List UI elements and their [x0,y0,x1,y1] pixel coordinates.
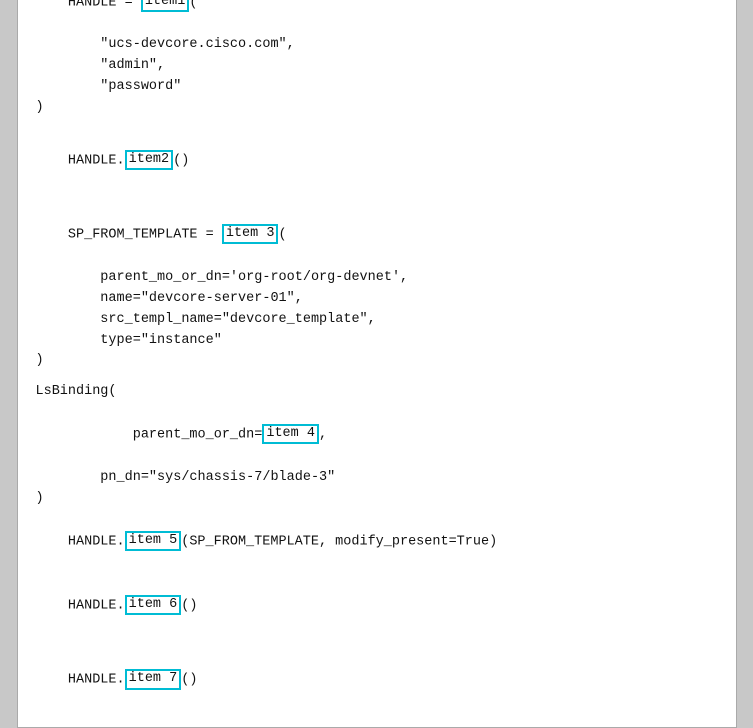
logout-line: HANDLE.item 7() [36,648,718,712]
add-line: HANDLE.item 5(SP_FROM_TEMPLATE, modify_p… [36,510,718,574]
logout-line-pre: HANDLE. [68,673,125,688]
sp-arg2: name="devcore-server-01", [36,289,718,310]
sp-arg1: parent_mo_or_dn='org-root/org-devnet', [36,268,718,289]
logout-line-post: () [181,673,197,688]
lsbinding-arg2: pn_dn="sys/chassis-7/blade-3" [36,468,718,489]
item6-badge: item 6 [125,595,182,615]
handle-login-pre: HANDLE. [68,154,125,169]
lsbinding-arg1-post: , [319,428,327,443]
lsbinding-close: ) [36,489,718,510]
handle-open: ( [189,0,197,10]
handle-arg3: "password" [36,77,718,98]
sp-close: ) [36,351,718,372]
handle-arg1: "ucs-devcore.cisco.com", [36,35,718,56]
handle-arg2: "admin", [36,56,718,77]
sp-label: SP_FROM_TEMPLATE = [68,228,222,243]
item4-badge: item 4 [262,424,319,444]
commit-line-post: () [181,599,197,614]
add-line-post: (SP_FROM_TEMPLATE, modify_present=True) [181,534,497,549]
sp-open: ( [278,228,286,243]
handle-login-line: HANDLE.item2() [36,129,718,193]
item3-badge: item 3 [222,224,279,244]
lsbinding-arg1-pre: parent_mo_or_dn= [68,428,262,443]
lsbinding-arg1: parent_mo_or_dn=item 4, [36,403,718,467]
sp-line: SP_FROM_TEMPLATE = item 3( [36,203,718,267]
item2-badge: item2 [125,150,174,170]
item1-badge: item1 [141,0,190,12]
handle-login-end: () [173,154,189,169]
commit-line: HANDLE.item 6() [36,574,718,638]
handle-close: ) [36,98,718,119]
sp-arg4: type="instance" [36,331,718,352]
code-block: """ Instantiate a UCS Service Profile fr… [17,0,737,728]
handle-line: HANDLE = item1( [36,0,718,35]
commit-line-pre: HANDLE. [68,599,125,614]
item7-badge: item 7 [125,669,182,689]
lsbinding-open: LsBinding( [36,382,718,403]
add-line-pre: HANDLE. [68,534,125,549]
item5-badge: item 5 [125,531,182,551]
sp-arg3: src_templ_name="devcore_template", [36,310,718,331]
handle-label: HANDLE = [68,0,141,10]
